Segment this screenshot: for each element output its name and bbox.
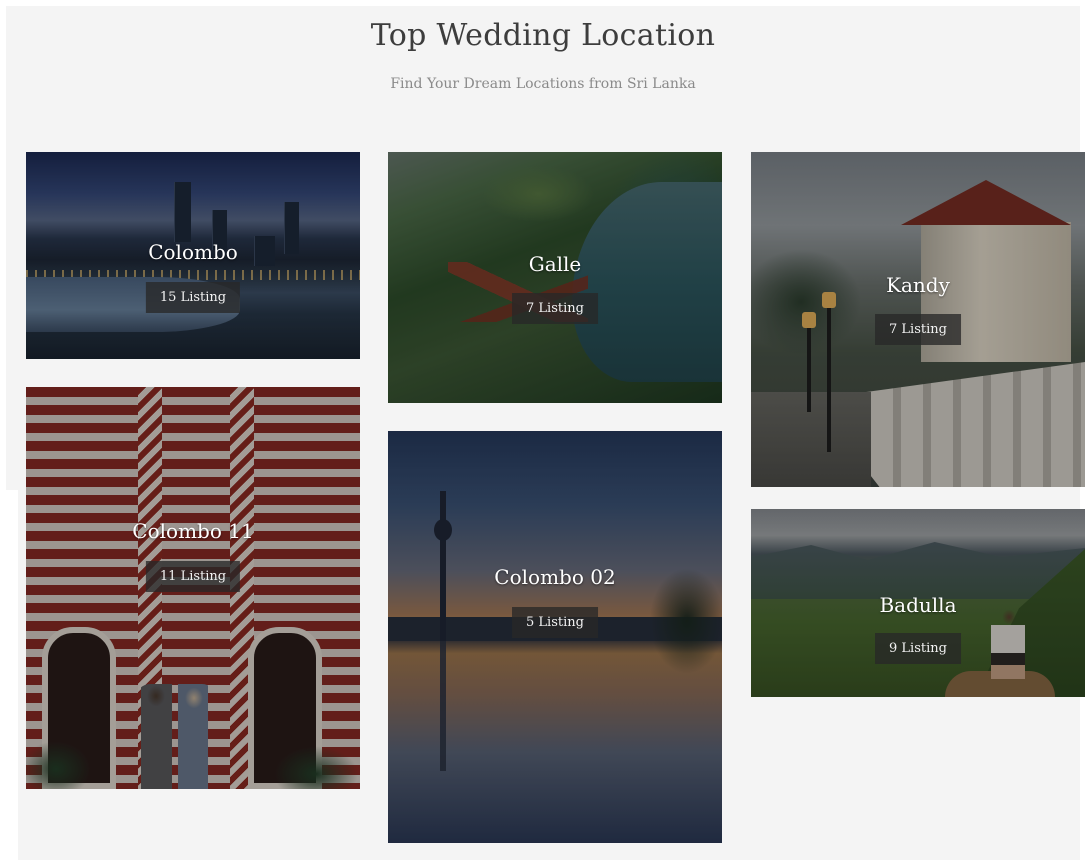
location-name: Kandy [886, 273, 950, 297]
listing-badge: 7 Listing [512, 293, 598, 324]
listing-badge: 15 Listing [145, 282, 241, 313]
location-card-colombo-11[interactable]: Colombo 11 11 Listing [26, 387, 360, 789]
location-name: Galle [528, 252, 582, 276]
listing-badge: 11 Listing [145, 561, 241, 592]
section-title: Top Wedding Location [370, 18, 716, 53]
location-name: Colombo 02 [494, 565, 616, 589]
location-card-colombo-02[interactable]: Colombo 02 5 Listing [388, 431, 722, 843]
location-name: Colombo 11 [132, 519, 254, 543]
listing-badge: 5 Listing [512, 607, 598, 638]
location-card-badulla[interactable]: Badulla 9 Listing [751, 509, 1085, 697]
location-card-kandy[interactable]: Kandy 7 Listing [751, 152, 1085, 487]
listing-badge: 9 Listing [875, 633, 961, 664]
listing-badge: 7 Listing [875, 314, 961, 345]
section-subtitle: Find Your Dream Locations from Sri Lanka [390, 76, 696, 92]
location-name: Colombo [148, 240, 238, 264]
location-name: Badulla [879, 593, 957, 617]
location-card-colombo[interactable]: Colombo 15 Listing [26, 152, 360, 359]
location-card-galle[interactable]: Galle 7 Listing [388, 152, 722, 403]
